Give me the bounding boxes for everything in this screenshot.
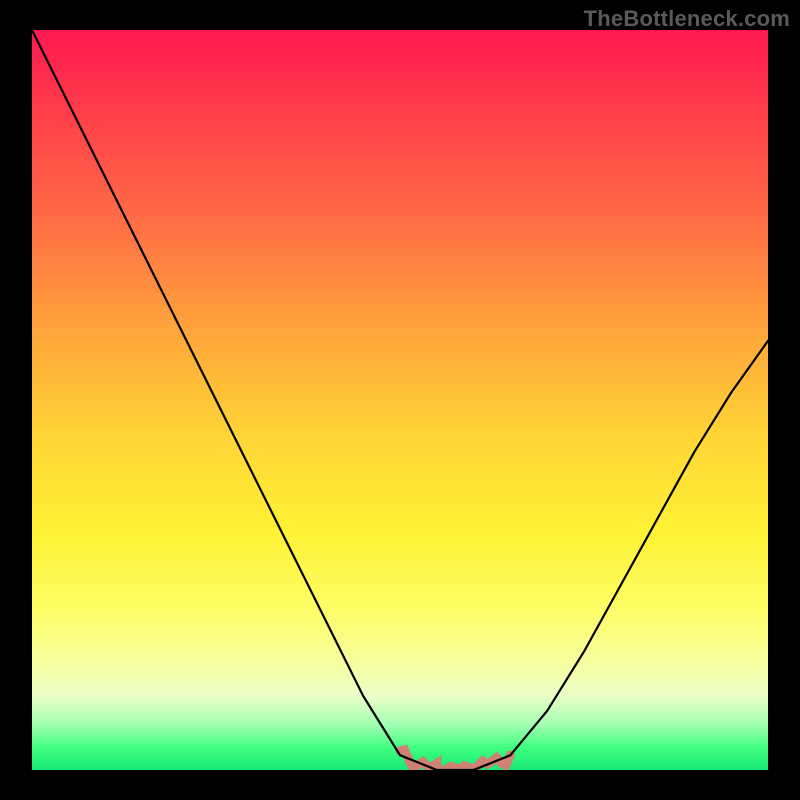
watermark-text: TheBottleneck.com <box>584 6 790 32</box>
optimal-band-fuzz <box>400 750 510 770</box>
chart-overlay <box>32 30 768 770</box>
bottleneck-curve <box>32 30 768 770</box>
